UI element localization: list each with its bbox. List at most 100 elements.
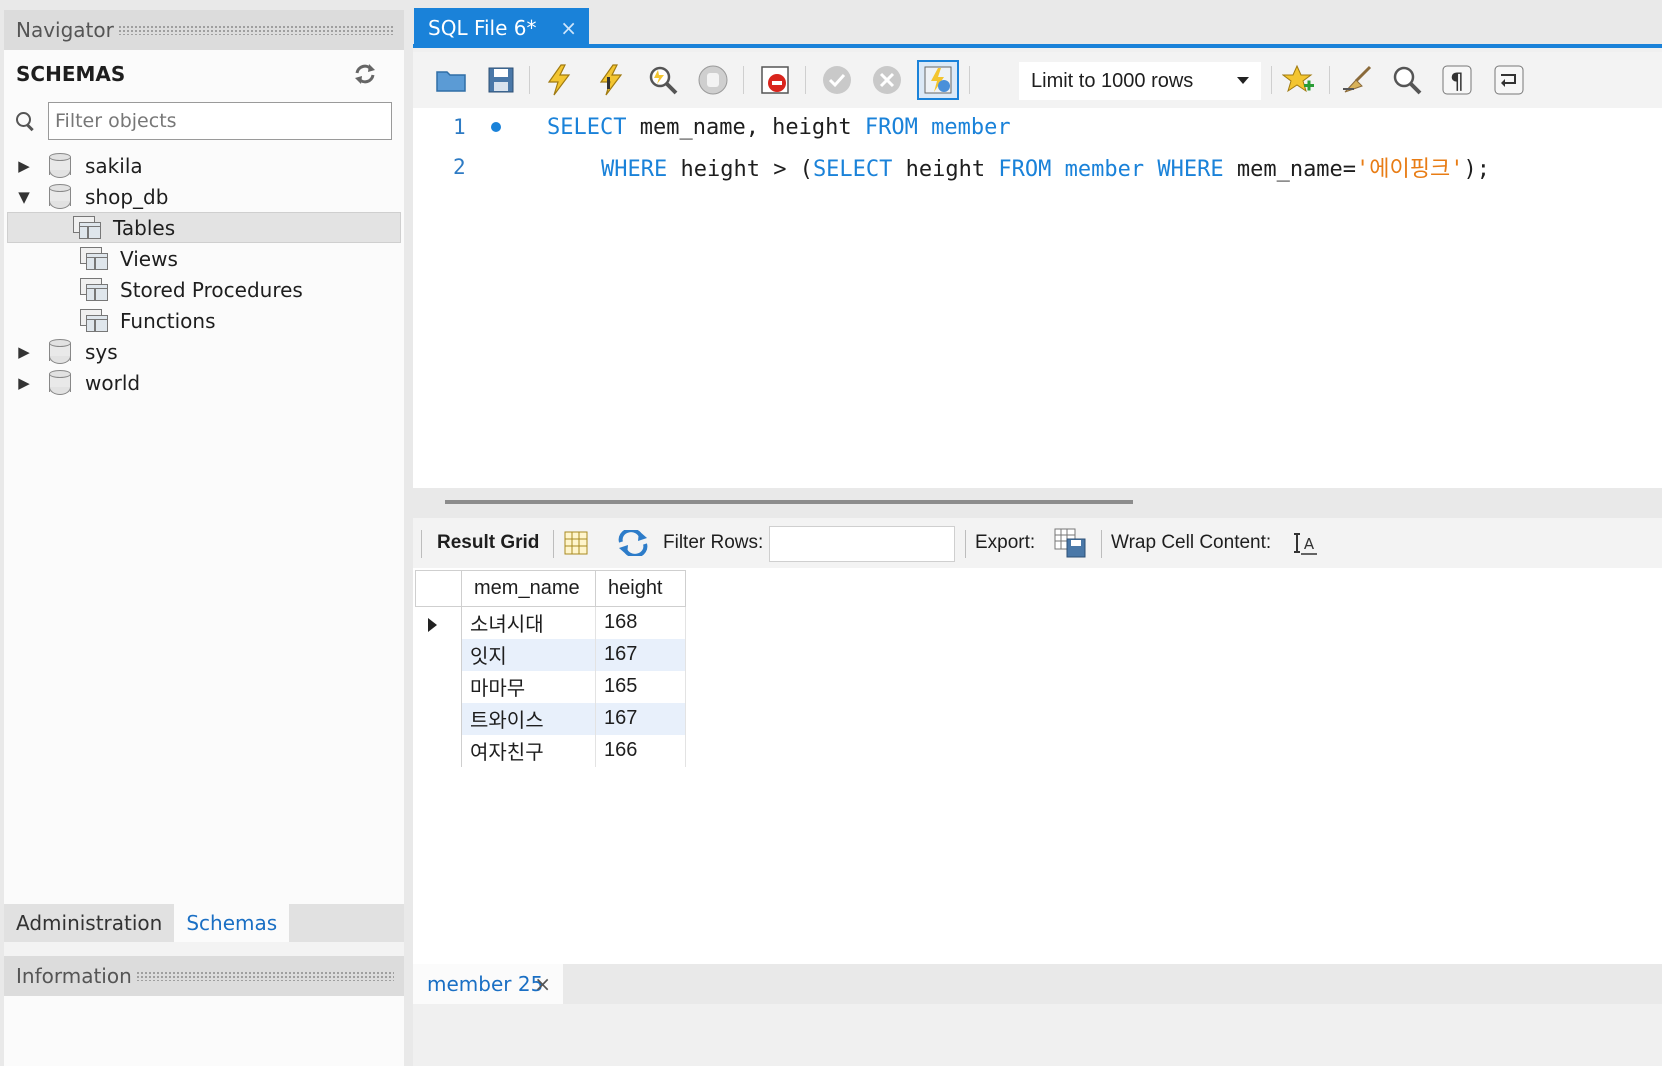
schemas-header: SCHEMAS — [4, 50, 404, 98]
stop-hand-icon[interactable] — [695, 62, 731, 98]
cell-mem-name[interactable]: 잇지 — [461, 638, 596, 671]
tab-label: SQL File 6* — [428, 16, 537, 40]
drag-handle[interactable] — [135, 971, 394, 981]
tab-administration[interactable]: Administration — [4, 904, 174, 942]
tree-item-stored-procedures[interactable]: Stored Procedures — [4, 274, 404, 305]
cell-mem-name[interactable]: 소녀시대 — [461, 606, 596, 639]
expand-arrow-icon[interactable]: ▶ — [12, 157, 36, 175]
table-row[interactable]: 소녀시대 168 — [415, 606, 686, 639]
sql-editor[interactable]: 1 SELECT mem_name, height FROM member 2 … — [413, 108, 1662, 488]
editor-horizontal-scrollbar[interactable] — [413, 488, 1662, 518]
row-header-corner — [415, 570, 462, 607]
drag-handle[interactable] — [117, 25, 394, 35]
result-grid-button[interactable]: Result Grid — [437, 518, 539, 568]
limit-rows-select[interactable]: Limit to 1000 rows — [1019, 62, 1261, 100]
tree-item-tables[interactable]: Tables — [7, 212, 401, 243]
tab-member-result[interactable]: member 25 × — [413, 964, 563, 1004]
chevron-down-icon — [1237, 77, 1249, 84]
table-row[interactable]: 여자친구 166 — [415, 734, 686, 767]
invisible-chars-pilcrow-icon[interactable]: ¶ — [1439, 62, 1475, 98]
cell-height[interactable]: 166 — [595, 734, 686, 767]
result-tab-label: member 25 — [427, 972, 544, 996]
tab-schemas[interactable]: Schemas — [174, 904, 290, 942]
cell-mem-name[interactable]: 트와이스 — [461, 702, 596, 735]
add-snippet-star-icon[interactable] — [1281, 62, 1317, 98]
navigator-header: Navigator — [4, 10, 404, 50]
tables-folder-icon — [73, 215, 103, 240]
row-header[interactable] — [415, 702, 462, 735]
cell-height[interactable]: 167 — [595, 702, 686, 735]
table-row[interactable]: 마마무 165 — [415, 670, 686, 703]
commit-check-icon[interactable] — [819, 62, 855, 98]
procedures-folder-icon — [80, 277, 110, 302]
code-line-2: 2 WHERE height > (SELECT height FROM mem… — [413, 152, 1662, 182]
find-magnifier-icon[interactable] — [1389, 62, 1425, 98]
expand-arrow-icon[interactable]: ▶ — [12, 343, 36, 361]
cell-height[interactable]: 165 — [595, 670, 686, 703]
tree-item-label: Tables — [113, 215, 176, 240]
refresh-icon[interactable] — [352, 61, 378, 87]
schemas-label: SCHEMAS — [16, 62, 126, 86]
collapse-arrow-icon[interactable]: ▼ — [12, 188, 36, 206]
scrollbar-thumb[interactable] — [445, 500, 1133, 504]
execute-current-icon[interactable] — [593, 62, 629, 98]
export-grid-icon[interactable] — [1053, 518, 1087, 568]
filter-objects-input[interactable] — [48, 102, 392, 140]
code-text: SELECT mem_name, height FROM member — [547, 114, 1011, 140]
export-label: Export: — [975, 532, 1036, 553]
editor-tabstrip: SQL File 6* × — [413, 8, 1662, 48]
result-grid: mem_name height 소녀시대 168 잇지 167 마마무 165 … — [413, 568, 1662, 964]
tree-item-label: Functions — [120, 308, 216, 333]
cell-height[interactable]: 168 — [595, 606, 686, 639]
beautify-brush-icon[interactable] — [1339, 62, 1375, 98]
grid-layout-icon[interactable] — [563, 518, 589, 568]
sql-toolbar: Limit to 1000 rows ¶ — [413, 52, 1662, 108]
row-header[interactable] — [415, 734, 462, 767]
cell-height[interactable]: 167 — [595, 638, 686, 671]
cell-mem-name[interactable]: 마마무 — [461, 670, 596, 703]
wrap-lines-icon[interactable] — [1491, 62, 1527, 98]
save-icon[interactable] — [483, 62, 519, 98]
navigator-panel: Navigator SCHEMAS ▶ sakil — [4, 10, 404, 1066]
filter-row — [4, 98, 404, 144]
close-icon[interactable]: × — [560, 16, 577, 40]
views-folder-icon — [80, 246, 110, 271]
tree-item-views[interactable]: Views — [4, 243, 404, 274]
filter-rows-input[interactable] — [769, 526, 955, 562]
tab-sql-file[interactable]: SQL File 6* × — [414, 8, 589, 48]
cell-mem-name[interactable]: 여자친구 — [461, 734, 596, 767]
column-header-mem-name[interactable]: mem_name — [461, 570, 596, 607]
table-row[interactable]: 트와이스 167 — [415, 702, 686, 735]
autocommit-toggle-icon[interactable] — [917, 60, 959, 100]
editor-panel: SQL File 6* × Limit to 1000 rows ¶ 1 SEL… — [413, 8, 1662, 1066]
explain-magnifier-icon[interactable] — [645, 62, 681, 98]
wrap-cell-icon[interactable]: A — [1293, 518, 1319, 568]
tree-item-world[interactable]: ▶ world — [4, 367, 404, 398]
tree-item-functions[interactable]: Functions — [4, 305, 404, 336]
statement-marker-icon — [491, 122, 501, 132]
open-folder-icon[interactable] — [433, 62, 469, 98]
limit-rows-value: Limit to 1000 rows — [1031, 69, 1194, 92]
table-row[interactable]: 잇지 167 — [415, 638, 686, 671]
tree-item-sys[interactable]: ▶ sys — [4, 336, 404, 367]
tree-item-shop-db[interactable]: ▼ shop_db — [4, 181, 404, 212]
information-body — [4, 996, 404, 1066]
execute-lightning-icon[interactable] — [541, 62, 577, 98]
svg-text:A: A — [1304, 535, 1315, 553]
expand-arrow-icon[interactable]: ▶ — [12, 374, 36, 392]
row-header[interactable] — [415, 670, 462, 703]
functions-folder-icon — [80, 308, 110, 333]
wrap-cell-content-label: Wrap Cell Content: — [1111, 532, 1272, 553]
tree-item-sakila[interactable]: ▶ sakila — [4, 150, 404, 181]
column-header-height[interactable]: height — [595, 570, 686, 607]
stop-on-error-icon[interactable] — [757, 62, 793, 98]
row-header[interactable] — [415, 606, 462, 639]
rollback-x-icon[interactable] — [869, 62, 905, 98]
code-line-1: 1 SELECT mem_name, height FROM member — [413, 112, 1662, 142]
refresh-results-icon[interactable] — [617, 518, 649, 568]
search-icon — [14, 110, 36, 132]
line-number: 1 — [453, 115, 466, 139]
row-header[interactable] — [415, 638, 462, 671]
table-header-row: mem_name height — [415, 570, 686, 607]
close-icon[interactable]: × — [534, 972, 551, 996]
